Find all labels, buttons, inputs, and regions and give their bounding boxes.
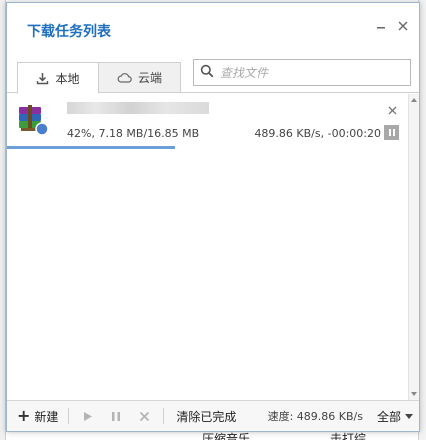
scrollbar[interactable] — [408, 94, 419, 400]
play-icon[interactable] — [79, 407, 97, 425]
tabs-row: 本地 云端 — [7, 55, 419, 94]
minimize-icon[interactable] — [373, 19, 389, 35]
scroll-up-icon[interactable] — [411, 98, 417, 102]
file-name-blurred — [67, 102, 209, 114]
filter-dropdown[interactable]: 全部 — [377, 408, 413, 425]
download-task-window: 下载任务列表 本地 云端 查找文件 42%, 7.18 MB/16.85 MB … — [6, 2, 420, 432]
cloud-icon — [117, 72, 132, 83]
chevron-down-icon — [405, 413, 413, 419]
title-bar: 下载任务列表 — [7, 3, 419, 55]
search-box — [193, 59, 411, 86]
plus-icon: + — [17, 406, 31, 425]
pause-item-button[interactable] — [384, 125, 399, 140]
winrar-archive-icon — [17, 104, 49, 136]
tab-label: 云端 — [137, 71, 162, 85]
download-icon — [36, 72, 49, 85]
filter-label: 全部 — [376, 409, 401, 424]
divider — [68, 408, 70, 424]
speed-eta-text: 489.86 KB/s, -00:00:20 — [254, 127, 381, 140]
tab-label: 本地 — [55, 71, 80, 86]
footer-toolbar: + 新建 清除已完成 速度: 489.86 KB/s 全部 — [7, 400, 419, 431]
clear-completed-button[interactable]: 清除已完成 — [176, 408, 236, 425]
remove-item-icon[interactable] — [388, 104, 397, 118]
scroll-down-icon[interactable] — [411, 392, 417, 396]
new-task-button[interactable]: + 新建 — [17, 408, 58, 425]
divider — [163, 408, 165, 424]
tab-cloud[interactable]: 云端 — [99, 62, 181, 93]
pause-icon[interactable] — [107, 407, 125, 425]
close-icon[interactable] — [395, 19, 411, 35]
window-title: 下载任务列表 — [27, 24, 111, 40]
search-icon — [200, 64, 214, 81]
progress-text: 42%, 7.18 MB/16.85 MB — [67, 127, 200, 140]
download-item[interactable]: 42%, 7.18 MB/16.85 MB 489.86 KB/s, -00:0… — [7, 94, 407, 150]
download-list: 42%, 7.18 MB/16.85 MB 489.86 KB/s, -00:0… — [7, 94, 409, 400]
progress-fill — [7, 146, 175, 149]
tab-local[interactable]: 本地 — [17, 62, 99, 94]
progress-bar — [7, 146, 407, 149]
search-input[interactable] — [220, 65, 400, 80]
new-label: 新建 — [34, 409, 59, 424]
delete-x-icon[interactable] — [135, 407, 153, 425]
total-speed: 速度: 489.86 KB/s — [267, 410, 363, 423]
